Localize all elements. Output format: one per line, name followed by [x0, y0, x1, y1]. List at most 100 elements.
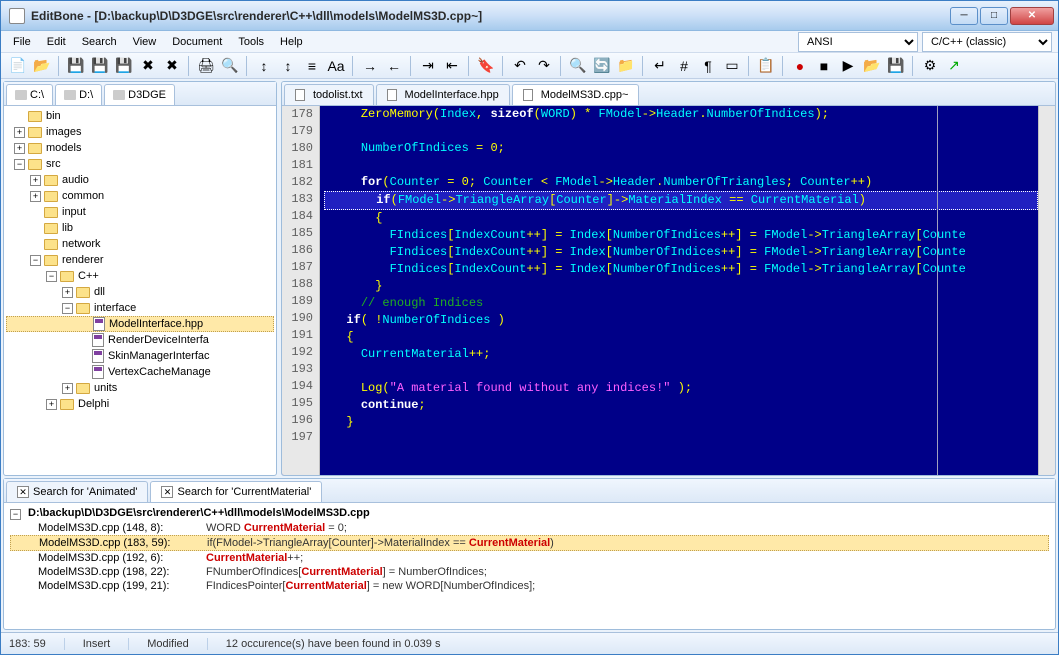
- print-icon[interactable]: 🖨: [195, 55, 217, 77]
- expander-icon[interactable]: −: [30, 255, 41, 266]
- dec-indent-icon[interactable]: ⇤: [441, 55, 463, 77]
- remove-dup-icon[interactable]: ≡: [301, 55, 323, 77]
- expander-icon[interactable]: +: [30, 191, 41, 202]
- redo-icon[interactable]: ↷: [533, 55, 555, 77]
- share-icon[interactable]: ↗: [943, 55, 965, 77]
- search-result-row[interactable]: ModelMS3D.cpp (199, 21):FIndicesPointer[…: [10, 579, 1049, 593]
- code-line[interactable]: FIndices[IndexCount++] = Index[NumberOfI…: [324, 261, 1038, 278]
- search-result-row[interactable]: ModelMS3D.cpp (183, 59): if(FModel->Tria…: [10, 535, 1049, 551]
- expander-icon[interactable]: +: [62, 287, 73, 298]
- play-macro-icon[interactable]: ▶: [837, 55, 859, 77]
- code-area[interactable]: ZeroMemory(Index, sizeof(WORD) * FModel-…: [320, 106, 1038, 475]
- search-result-row[interactable]: ModelMS3D.cpp (198, 22):FNumberOfIndices…: [10, 565, 1049, 579]
- close-icon[interactable]: ✕: [161, 486, 173, 498]
- code-line[interactable]: }: [324, 278, 1038, 295]
- code-line[interactable]: [324, 431, 1038, 448]
- tree-folder[interactable]: +Delphi: [6, 396, 274, 412]
- code-line[interactable]: for(Counter = 0; Counter < FModel->Heade…: [324, 174, 1038, 191]
- code-line[interactable]: Log("A material found without any indice…: [324, 380, 1038, 397]
- inc-indent-icon[interactable]: ⇥: [417, 55, 439, 77]
- open-icon[interactable]: 📂: [31, 55, 53, 77]
- expander-icon[interactable]: +: [14, 143, 25, 154]
- expander-icon[interactable]: +: [46, 399, 57, 410]
- tree-folder[interactable]: bin: [6, 108, 274, 124]
- tree-file[interactable]: RenderDeviceInterfa: [6, 332, 274, 348]
- menu-view[interactable]: View: [125, 33, 165, 51]
- search-result-row[interactable]: ModelMS3D.cpp (192, 6):CurrentMaterial++…: [10, 551, 1049, 565]
- find-icon[interactable]: 🔍: [567, 55, 589, 77]
- code-line[interactable]: [324, 157, 1038, 174]
- folder-tree[interactable]: bin+images+models−src+audio+commoninputl…: [4, 106, 276, 475]
- tree-folder[interactable]: −renderer: [6, 252, 274, 268]
- selmode-icon[interactable]: ▭: [721, 55, 743, 77]
- vertical-scrollbar[interactable]: [1038, 106, 1055, 475]
- code-line[interactable]: {: [324, 210, 1038, 227]
- replace-icon[interactable]: 🔄: [591, 55, 613, 77]
- menu-help[interactable]: Help: [272, 33, 311, 51]
- titlebar[interactable]: EditBone - [D:\backup\D\D3DGE\src\render…: [1, 1, 1058, 31]
- clipboard-icon[interactable]: 📋: [755, 55, 777, 77]
- drive-tab[interactable]: D3DGE: [104, 84, 175, 105]
- expander-icon[interactable]: +: [62, 383, 73, 394]
- search-tab[interactable]: ✕Search for 'Animated': [6, 481, 148, 502]
- tree-folder[interactable]: +models: [6, 140, 274, 156]
- new-icon[interactable]: 📄: [7, 55, 29, 77]
- save-all-icon[interactable]: 💾: [113, 55, 135, 77]
- editor-tab[interactable]: todolist.txt: [284, 84, 374, 105]
- tree-folder[interactable]: input: [6, 204, 274, 220]
- menu-document[interactable]: Document: [164, 33, 230, 51]
- undo-icon[interactable]: ↶: [509, 55, 531, 77]
- close-all-icon[interactable]: ✖: [161, 55, 183, 77]
- language-combo[interactable]: C/C++ (classic): [922, 32, 1052, 52]
- tree-folder[interactable]: lib: [6, 220, 274, 236]
- indent-icon[interactable]: →: [359, 55, 381, 77]
- linenum-icon[interactable]: #: [673, 55, 695, 77]
- drive-tab[interactable]: C:\: [6, 84, 53, 105]
- options-icon[interactable]: ⚙: [919, 55, 941, 77]
- toggle-case-icon[interactable]: Aa: [325, 55, 347, 77]
- close-icon[interactable]: ✕: [17, 486, 29, 498]
- wordwrap-icon[interactable]: ↵: [649, 55, 671, 77]
- tree-folder[interactable]: −interface: [6, 300, 274, 316]
- close-file-icon[interactable]: ✖: [137, 55, 159, 77]
- save-as-icon[interactable]: 💾: [89, 55, 111, 77]
- drive-tab[interactable]: D:\: [55, 84, 102, 105]
- code-line[interactable]: CurrentMaterial++;: [324, 346, 1038, 363]
- code-line[interactable]: [324, 363, 1038, 380]
- tree-file[interactable]: VertexCacheManage: [6, 364, 274, 380]
- tree-file[interactable]: ModelInterface.hpp: [6, 316, 274, 332]
- search-result-row[interactable]: ModelMS3D.cpp (148, 8):WORD CurrentMater…: [10, 521, 1049, 535]
- code-line[interactable]: if(FModel->TriangleArray[Counter]->Mater…: [324, 191, 1038, 210]
- code-line[interactable]: }: [324, 414, 1038, 431]
- code-editor[interactable]: 1781791801811821831841851861871881891901…: [282, 106, 1055, 475]
- code-line[interactable]: NumberOfIndices = 0;: [324, 140, 1038, 157]
- record-macro-icon[interactable]: ●: [789, 55, 811, 77]
- print-preview-icon[interactable]: 🔍: [219, 55, 241, 77]
- expander-icon[interactable]: −: [62, 303, 73, 314]
- open-macro-icon[interactable]: 📂: [861, 55, 883, 77]
- maximize-button[interactable]: □: [980, 7, 1008, 25]
- minimize-button[interactable]: ─: [950, 7, 978, 25]
- expander-icon[interactable]: +: [30, 175, 41, 186]
- tree-folder[interactable]: +common: [6, 188, 274, 204]
- tree-folder[interactable]: +dll: [6, 284, 274, 300]
- code-line[interactable]: FIndices[IndexCount++] = Index[NumberOfI…: [324, 227, 1038, 244]
- sort-desc-icon[interactable]: ↕: [277, 55, 299, 77]
- code-line[interactable]: FIndices[IndexCount++] = Index[NumberOfI…: [324, 244, 1038, 261]
- search-results[interactable]: − D:\backup\D\D3DGE\src\renderer\C++\dll…: [4, 503, 1055, 629]
- menu-search[interactable]: Search: [74, 33, 125, 51]
- code-line[interactable]: continue;: [324, 397, 1038, 414]
- menu-file[interactable]: File: [5, 33, 39, 51]
- tree-folder[interactable]: +audio: [6, 172, 274, 188]
- stop-macro-icon[interactable]: ■: [813, 55, 835, 77]
- expander-icon[interactable]: +: [14, 127, 25, 138]
- tree-folder[interactable]: −src: [6, 156, 274, 172]
- close-button[interactable]: ✕: [1010, 7, 1054, 25]
- bookmark-icon[interactable]: 🔖: [475, 55, 497, 77]
- menu-tools[interactable]: Tools: [230, 33, 272, 51]
- collapse-icon[interactable]: −: [10, 509, 21, 520]
- code-line[interactable]: // enough Indices: [324, 295, 1038, 312]
- save-icon[interactable]: 💾: [65, 55, 87, 77]
- code-line[interactable]: if( !NumberOfIndices ): [324, 312, 1038, 329]
- specialchars-icon[interactable]: ¶: [697, 55, 719, 77]
